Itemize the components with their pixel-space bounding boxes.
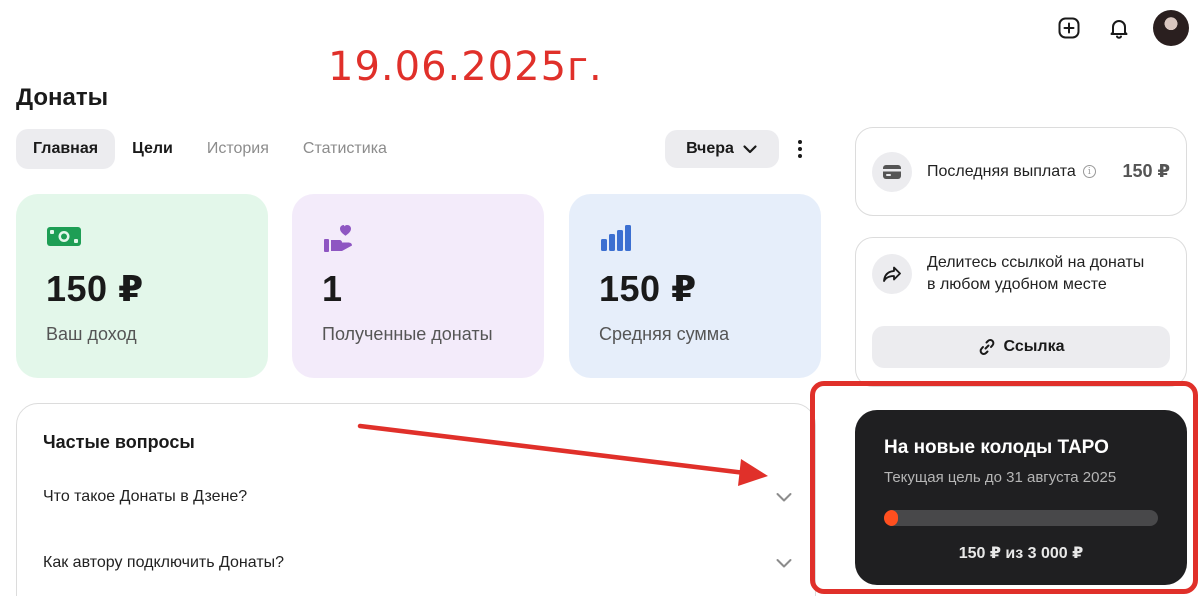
last-payout-card: Последняя выплата i 150 ₽	[855, 127, 1187, 216]
share-arrow-icon	[872, 254, 912, 294]
link-icon	[978, 338, 996, 356]
faq-item[interactable]: Что такое Донаты в Дзене?	[43, 488, 793, 506]
page-title: Донаты	[16, 84, 109, 111]
bell-icon[interactable]	[1102, 11, 1136, 45]
info-icon[interactable]: i	[1082, 165, 1096, 178]
last-payout-value: 150 ₽	[1122, 161, 1170, 181]
chevron-down-icon	[742, 141, 758, 157]
stat-label: Средняя сумма	[599, 324, 730, 344]
stat-card-average: 150 ₽ Средняя сумма	[569, 194, 821, 378]
stat-card-income: 150 ₽ Ваш доход	[16, 194, 268, 378]
annotation-date: 19.06.2025г.	[328, 44, 603, 90]
money-icon	[46, 222, 238, 254]
donate-hand-icon	[322, 222, 514, 254]
stat-value: 1	[322, 268, 343, 309]
goal-title: На новые колоды ТАРО	[884, 437, 1109, 458]
goal-progress-fill	[884, 510, 898, 526]
more-options-icon[interactable]	[788, 137, 812, 161]
tab-statistics[interactable]: Статистика	[286, 129, 404, 169]
goal-subtitle: Текущая цель до 31 августа 2025	[884, 469, 1117, 486]
plus-square-icon[interactable]	[1052, 11, 1086, 45]
share-text: Делитесь ссылкой на донаты в любом удобн…	[927, 254, 1145, 293]
faq-title: Частые вопросы	[43, 432, 195, 452]
chevron-down-icon	[775, 554, 793, 572]
period-label: Вчера	[686, 140, 734, 157]
faq-question: Что такое Донаты в Дзене?	[43, 488, 248, 505]
tab-goals[interactable]: Цели	[115, 129, 190, 169]
copy-link-label: Ссылка	[1003, 338, 1065, 355]
faq-item[interactable]: Как автору подключить Донаты?	[43, 554, 793, 572]
tab-main[interactable]: Главная	[16, 129, 116, 169]
goal-amount: 150 ₽ из 3 000 ₽	[958, 545, 1084, 562]
avatar[interactable]	[1153, 10, 1189, 46]
stat-value: 150 ₽	[46, 268, 144, 309]
goal-card[interactable]: На новые колоды ТАРО Текущая цель до 31 …	[855, 410, 1187, 585]
faq-section: Частые вопросы Что такое Донаты в Дзене?…	[16, 403, 816, 596]
card-icon	[872, 151, 912, 192]
last-payout-label: Последняя выплата	[927, 162, 1076, 180]
period-select[interactable]: Вчера	[665, 130, 779, 168]
bar-chart-icon	[599, 222, 791, 254]
copy-link-button[interactable]: Ссылка	[872, 326, 1170, 368]
stat-label: Ваш доход	[46, 324, 137, 344]
faq-question: Как автору подключить Донаты?	[43, 554, 285, 571]
stat-label: Полученные донаты	[322, 324, 493, 344]
chevron-down-icon	[775, 488, 793, 506]
share-card: Делитесь ссылкой на донаты в любом удобн…	[855, 237, 1187, 387]
stat-value: 150 ₽	[599, 268, 697, 309]
goal-progress-bar	[884, 510, 1158, 526]
stat-card-donations: 1 Полученные донаты	[292, 194, 544, 378]
tabs: Главная Цели История Статистика	[16, 129, 404, 169]
tab-history[interactable]: История	[190, 129, 286, 169]
